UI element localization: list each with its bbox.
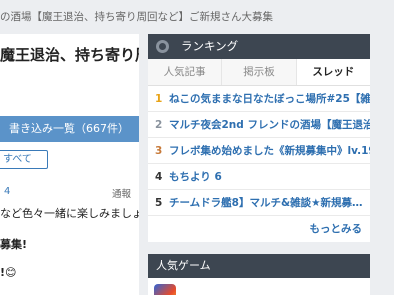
rank-number: 4 (155, 170, 163, 183)
ranking-item-link[interactable]: フレボ集め始めました《新規募集中》lv.19 (169, 143, 370, 158)
crown-icon (156, 40, 169, 53)
popular-games-header: 人気ゲーム (148, 254, 370, 278)
breadcrumb[interactable]: の酒場【魔王退治、持ち寄り周回など】ご新規さん大募集 (0, 0, 394, 34)
rank-number: 5 (155, 196, 163, 209)
all-comments-button[interactable]: すべて (0, 150, 48, 169)
popular-games-panel: 人気ゲーム (148, 254, 370, 295)
tab-popular-articles[interactable]: 人気記事 (148, 59, 223, 85)
ranking-tabs: 人気記事 掲示板 スレッド (148, 59, 370, 86)
rank-number: 2 (155, 118, 163, 131)
comment-text-line: など色々一緒に楽しみましょう (0, 207, 139, 220)
tab-threads[interactable]: スレッド (296, 59, 370, 85)
ranking-item[interactable]: 5 チームドラ艦8】マルチ&雑談★新規募… (148, 190, 370, 216)
ranking-item[interactable]: 1 ねこの気ままな日なたぼっこ場所#25【雑… (148, 86, 370, 112)
ranking-item-link[interactable]: ねこの気ままな日なたぼっこ場所#25【雑… (169, 91, 370, 106)
ranking-panel: ランキング 人気記事 掲示板 スレッド 1 ねこの気ままな日なたぼっこ場所#25… (148, 34, 370, 242)
comments-list-bar: 書き込み一覧（667件） (0, 116, 139, 142)
ranking-item-link[interactable]: チームドラ艦8】マルチ&雑談★新規募… (169, 195, 363, 210)
comment-number[interactable]: 4 (4, 186, 10, 197)
ranking-item-link[interactable]: もちより 6 (169, 169, 222, 184)
more-link[interactable]: もっとみる (148, 216, 370, 240)
ranking-title: ランキング (181, 39, 239, 53)
ranking-item[interactable]: 4 もちより 6 (148, 164, 370, 190)
ranking-header: ランキング (148, 34, 370, 59)
thread-column: 魔王退治、持ち寄り周 書き込み一覧（667件） すべて 4 通報 など色々一緒に… (0, 34, 139, 295)
ranking-item[interactable]: 3 フレボ集め始めました《新規募集中》lv.19 (148, 138, 370, 164)
rank-number: 1 (155, 92, 163, 105)
game-app-icon[interactable] (154, 284, 176, 295)
ranking-item[interactable]: 2 マルチ夜会2nd フレンドの酒場【魔王退治… (148, 112, 370, 138)
report-link[interactable]: 通報 (112, 186, 131, 200)
thread-title: 魔王退治、持ち寄り周 (0, 46, 139, 64)
rank-number: 3 (155, 144, 163, 157)
comment-text-line: 募集! (0, 238, 28, 251)
comment-text-line: !😊 (0, 266, 17, 279)
ranking-item-link[interactable]: マルチ夜会2nd フレンドの酒場【魔王退治… (169, 117, 370, 132)
tab-boards[interactable]: 掲示板 (222, 59, 297, 85)
